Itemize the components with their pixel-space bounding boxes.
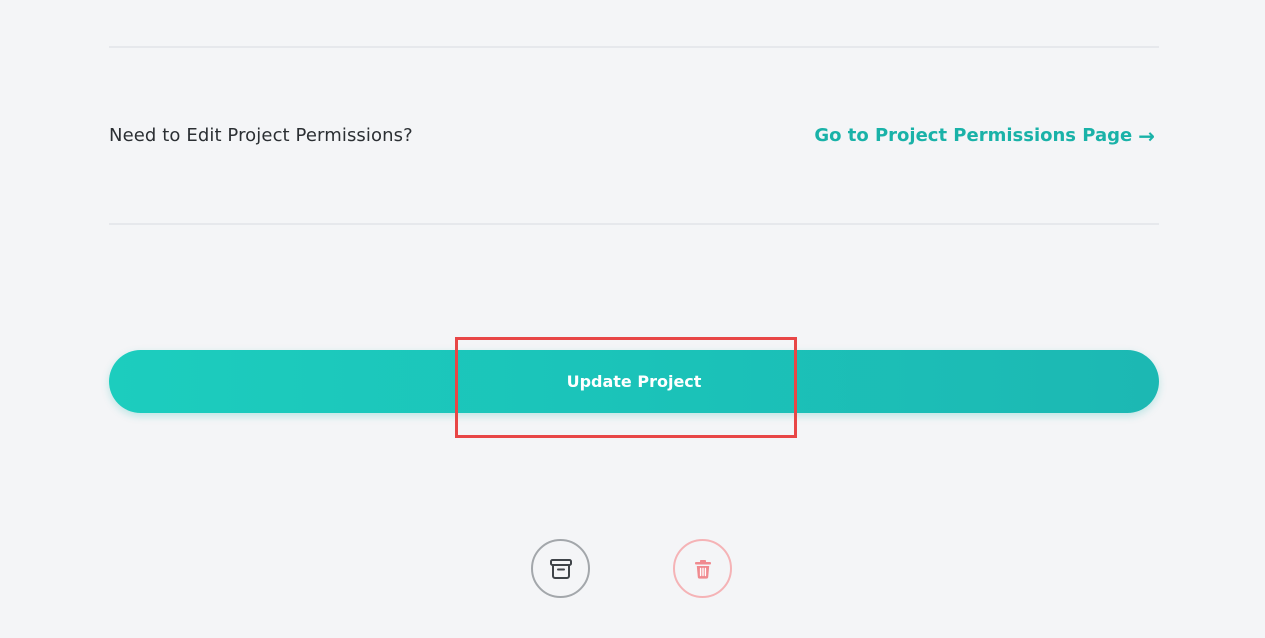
trash-icon	[694, 559, 711, 579]
project-permissions-link-label: Go to Project Permissions Page	[814, 125, 1133, 146]
project-settings-page: Need to Edit Project Permissions? Go to …	[0, 0, 1265, 638]
project-permissions-link[interactable]: Go to Project Permissions Page →	[814, 125, 1155, 146]
update-project-label: Update Project	[566, 372, 702, 391]
archive-icon	[549, 558, 572, 579]
arrow-right-icon: →	[1138, 123, 1155, 148]
update-project-button[interactable]: Update Project	[109, 350, 1159, 413]
divider-top	[109, 46, 1159, 48]
permissions-question: Need to Edit Project Permissions?	[109, 125, 413, 146]
archive-project-button[interactable]	[531, 539, 590, 598]
delete-project-button[interactable]	[673, 539, 732, 598]
divider-middle	[109, 223, 1159, 225]
